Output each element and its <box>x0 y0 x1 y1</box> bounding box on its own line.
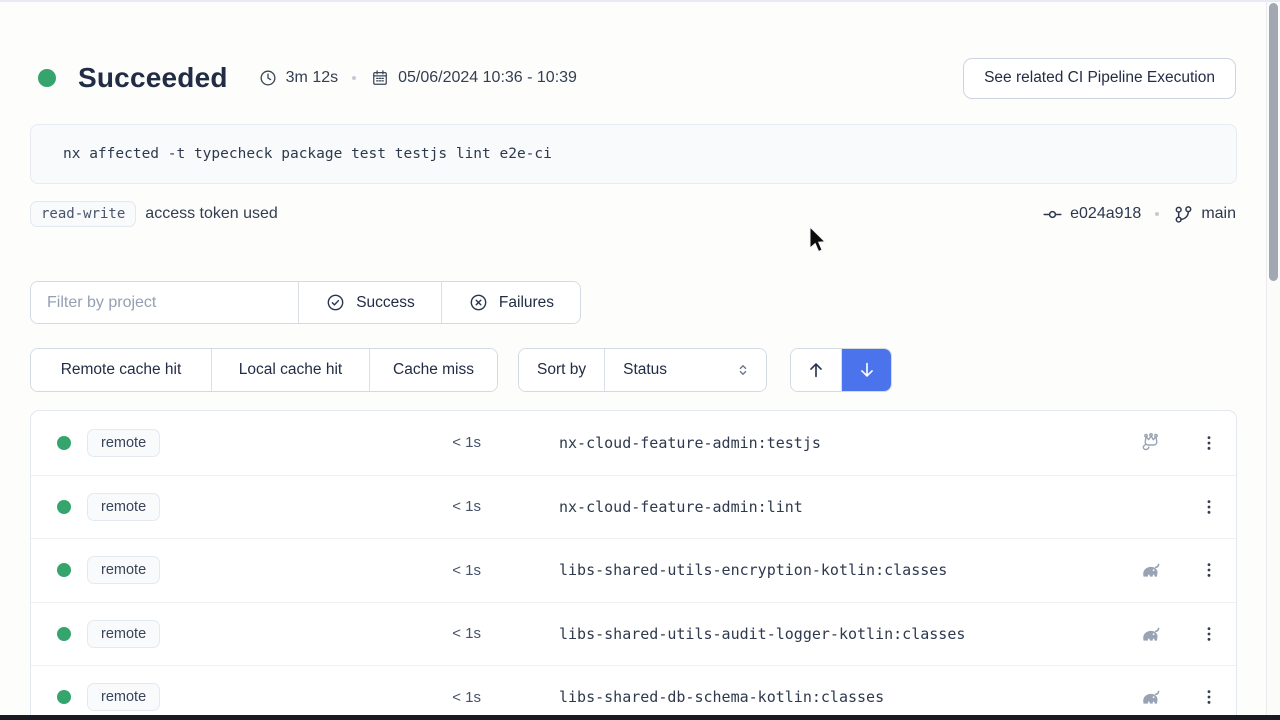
local-cache-hit-button[interactable]: Local cache hit <box>211 349 369 391</box>
cache-source-badge: remote <box>87 429 160 457</box>
jest-icon <box>1139 431 1163 455</box>
failures-filter-button[interactable]: Failures <box>441 282 580 323</box>
task-status-dot <box>57 563 71 577</box>
run-status-title: Succeeded <box>78 62 228 94</box>
task-status-dot <box>57 690 71 704</box>
x-circle-icon <box>468 292 489 313</box>
task-status-dot <box>57 500 71 514</box>
access-token-text: access token used <box>145 205 278 223</box>
scrollbar-thumb[interactable] <box>1269 3 1278 281</box>
access-token-badge: read-write <box>30 201 136 227</box>
separator-dot <box>1155 212 1159 216</box>
gradle-icon <box>1139 558 1163 582</box>
row-menu-button[interactable] <box>1195 619 1223 649</box>
task-duration: < 1s <box>396 625 481 642</box>
sort-select[interactable]: Status <box>604 349 766 391</box>
separator-dot <box>352 76 356 80</box>
sort-select-value: Status <box>623 361 667 379</box>
row-menu-button[interactable] <box>1195 492 1223 522</box>
calendar-icon <box>370 68 390 88</box>
sort-descending-button[interactable] <box>841 349 891 391</box>
row-menu-button[interactable] <box>1195 428 1223 458</box>
sort-direction-group <box>790 348 892 392</box>
mouse-cursor-icon <box>806 226 830 256</box>
branch-icon <box>1173 204 1194 225</box>
see-related-pipeline-button[interactable]: See related CI Pipeline Execution <box>963 58 1236 99</box>
run-duration: 3m 12s <box>258 68 338 88</box>
run-header: Succeeded 3m 12s 05/06/2024 10:36 - 10:3… <box>30 57 1236 99</box>
cache-source-badge: remote <box>87 493 160 521</box>
sort-by-label: Sort by <box>519 349 604 391</box>
gradle-icon <box>1139 685 1163 709</box>
run-duration-label: 3m 12s <box>286 69 338 87</box>
command-block: nx affected -t typecheck package test te… <box>30 124 1237 184</box>
token-row: read-write access token used e024a918 ma… <box>30 199 1236 229</box>
task-list: remote < 1s nx-cloud-feature-admin:testj… <box>30 410 1237 720</box>
page: Succeeded 3m 12s 05/06/2024 10:36 - 10:3… <box>0 0 1280 720</box>
command-text: nx affected -t typecheck package test te… <box>63 146 552 162</box>
task-status-dot <box>57 436 71 450</box>
task-name: nx-cloud-feature-admin:testjs <box>559 434 821 452</box>
task-status-dot <box>57 627 71 641</box>
task-duration: < 1s <box>396 562 481 579</box>
task-name: libs-shared-utils-encryption-kotlin:clas… <box>559 561 947 579</box>
cache-source-badge: remote <box>87 683 160 711</box>
sort-ascending-button[interactable] <box>791 349 841 391</box>
row-menu-button[interactable] <box>1195 682 1223 712</box>
success-filter-button[interactable]: Success <box>298 282 441 323</box>
commit-icon <box>1042 204 1063 225</box>
clock-icon <box>258 68 278 88</box>
sort-group: Sort by Status <box>518 348 767 392</box>
task-duration: < 1s <box>396 434 481 451</box>
check-circle-icon <box>325 292 346 313</box>
gradle-icon <box>1139 622 1163 646</box>
task-duration: < 1s <box>396 498 481 515</box>
remote-cache-hit-button[interactable]: Remote cache hit <box>31 349 211 391</box>
cache-miss-button[interactable]: Cache miss <box>369 349 497 391</box>
task-row[interactable]: remote < 1s libs-shared-utils-audit-logg… <box>31 602 1236 666</box>
run-status-dot <box>38 69 56 87</box>
filter-by-project-input[interactable] <box>31 294 298 312</box>
cache-filter-group: Remote cache hit Local cache hit Cache m… <box>30 348 498 392</box>
cache-source-badge: remote <box>87 620 160 648</box>
task-row[interactable]: remote < 1s nx-cloud-feature-admin:lint <box>31 475 1236 539</box>
status-filter-group: Success Failures <box>30 281 581 324</box>
scrollbar-track[interactable] <box>1266 2 1280 720</box>
top-border <box>0 0 1280 2</box>
run-date-range: 05/06/2024 10:36 - 10:39 <box>370 68 577 88</box>
task-name: libs-shared-utils-audit-logger-kotlin:cl… <box>559 625 965 643</box>
failures-filter-label: Failures <box>499 294 554 312</box>
row-menu-button[interactable] <box>1195 555 1223 585</box>
chevron-updown-icon <box>734 361 752 379</box>
arrow-up-icon <box>805 359 827 381</box>
commit-hash[interactable]: e024a918 <box>1070 205 1141 223</box>
cache-source-badge: remote <box>87 556 160 584</box>
task-row[interactable]: remote < 1s nx-cloud-feature-admin:testj… <box>31 411 1236 475</box>
arrow-down-icon <box>856 359 878 381</box>
task-row[interactable]: remote < 1s libs-shared-db-schema-kotlin… <box>31 665 1236 720</box>
branch-name[interactable]: main <box>1201 205 1236 223</box>
success-filter-label: Success <box>356 294 415 312</box>
vcs-info: e024a918 main <box>1042 204 1236 225</box>
task-row[interactable]: remote < 1s libs-shared-utils-encryption… <box>31 538 1236 602</box>
window-bottom-edge <box>0 715 1280 720</box>
task-name: libs-shared-db-schema-kotlin:classes <box>559 688 884 706</box>
task-name: nx-cloud-feature-admin:lint <box>559 498 803 516</box>
run-date-label: 05/06/2024 10:36 - 10:39 <box>398 69 577 87</box>
project-filter-segment <box>31 282 298 323</box>
task-duration: < 1s <box>396 689 481 706</box>
